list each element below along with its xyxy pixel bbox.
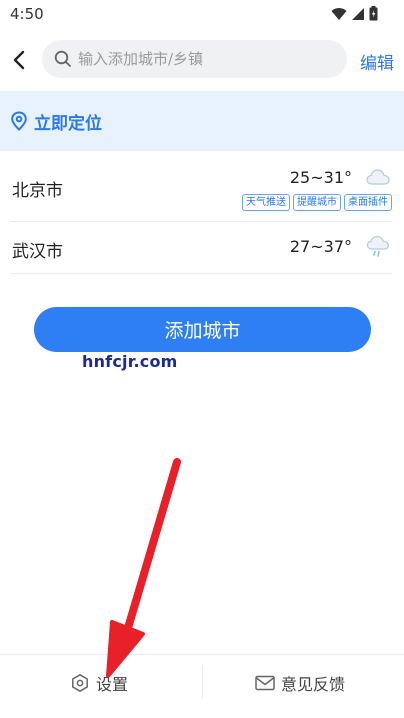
tag-reminder-city[interactable]: 提醒城市	[293, 194, 341, 211]
wifi-icon	[331, 7, 347, 20]
settings-hexagon-icon	[72, 674, 88, 692]
city-temperature: 27~37°	[289, 237, 352, 256]
rain-shower-icon	[366, 235, 390, 257]
tag-desktop-widget[interactable]: 桌面插件	[344, 194, 392, 211]
add-city-button[interactable]: 添加城市	[34, 307, 371, 352]
locate-label: 立即定位	[34, 113, 102, 134]
city-row-beijing[interactable]: 北京市 25~31° 天气推送 提醒城市 桌面插件	[10, 151, 392, 222]
feedback-label: 意见反馈	[281, 675, 346, 694]
search-icon	[54, 50, 71, 67]
city-list: 北京市 25~31° 天气推送 提醒城市 桌面插件 武汉市 27~37°	[0, 151, 404, 274]
search-box[interactable]	[42, 40, 347, 78]
bottom-divider	[202, 665, 203, 699]
status-time: 4:50	[10, 5, 44, 23]
settings-button[interactable]: 设置	[70, 655, 128, 711]
city-name: 北京市	[12, 181, 63, 201]
back-arrow-icon	[13, 50, 25, 70]
battery-icon	[369, 6, 378, 21]
city-tags: 天气推送 提醒城市 桌面插件	[242, 194, 392, 211]
city-row-wuhan[interactable]: 武汉市 27~37°	[10, 222, 392, 274]
back-button[interactable]	[6, 46, 32, 74]
location-pin-icon	[11, 111, 27, 131]
signal-icon	[352, 7, 364, 20]
city-name: 武汉市	[12, 242, 63, 262]
locate-now-button[interactable]: 立即定位	[0, 91, 404, 151]
feedback-button[interactable]: 意见反馈	[255, 655, 345, 711]
city-temperature: 25~31°	[289, 168, 352, 187]
status-bar: 4:50	[0, 0, 404, 30]
bottom-bar: 设置 意见反馈	[0, 654, 404, 710]
edit-button[interactable]: 编辑	[360, 49, 394, 74]
cloudy-icon	[366, 169, 390, 185]
status-icons	[331, 6, 378, 21]
search-input[interactable]	[78, 50, 328, 68]
settings-label: 设置	[96, 675, 129, 694]
watermark-text: hnfcjr.com	[82, 352, 178, 371]
top-bar: 编辑	[0, 38, 404, 82]
mail-icon	[255, 675, 275, 691]
tag-weather-push[interactable]: 天气推送	[242, 194, 290, 211]
